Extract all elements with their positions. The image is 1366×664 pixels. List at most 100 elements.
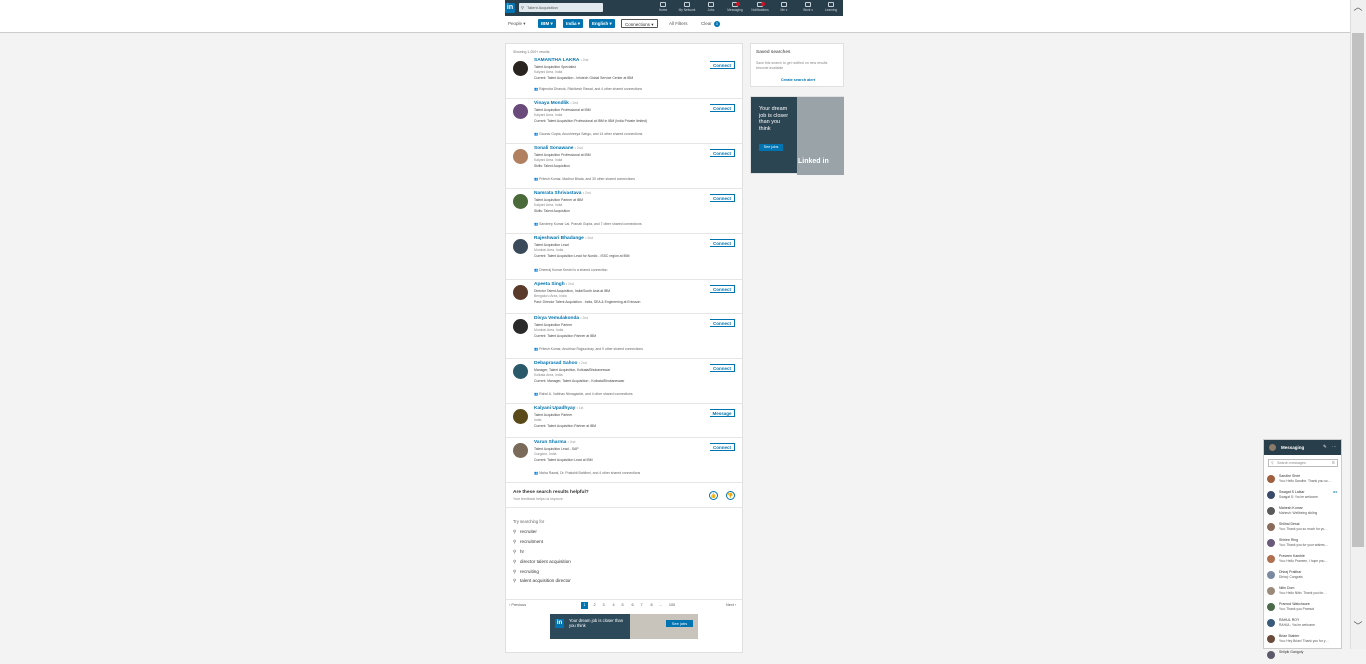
see-jobs-button[interactable]: See jobs: [759, 144, 783, 151]
shared-connections[interactable]: 👥 Rajendra Dhanuk, Rishikesh Rawat, and …: [534, 87, 642, 91]
more-options-icon[interactable]: ⋯: [1332, 444, 1337, 450]
conversation-item[interactable]: RAHUL ROY RAHUL: You're welcome: [1264, 616, 1341, 632]
nav-item-7[interactable]: Learning: [819, 1, 843, 15]
nav-item-2[interactable]: Jobs: [699, 1, 723, 15]
connect-button[interactable]: Connect: [710, 104, 735, 112]
shared-connections[interactable]: 👥 Dheeraj Kumar Keshri is a shared conne…: [534, 268, 607, 272]
messaging-header[interactable]: Messaging ✎ ⋯: [1264, 440, 1341, 455]
thumbs-up-icon[interactable]: 👍: [709, 491, 718, 500]
search-result-row[interactable]: Divya Vemulakonda • 2nd Talent Acquisitio…: [506, 314, 742, 359]
avatar[interactable]: [513, 409, 528, 424]
result-name-link[interactable]: Divya Vemulakonda • 2nd: [534, 316, 588, 321]
search-result-row[interactable]: Debaprasad Sahoo • 2nd Manager, Talent Ac…: [506, 359, 742, 404]
shared-connections[interactable]: 👥 Rahul A. Vaibhav Nimagadde, and 4 othe…: [534, 392, 633, 396]
filter-icon[interactable]: ☰: [1332, 460, 1335, 467]
page-number-button[interactable]: 3: [600, 602, 607, 609]
clear-filters-button[interactable]: Clear 3: [698, 19, 723, 28]
avatar[interactable]: [513, 239, 528, 254]
shared-connections[interactable]: 👥 Sandeep Kumar Lal, Pranab Gupta, and 7…: [534, 222, 642, 226]
conversation-item[interactable]: Praveen Kamble You: Hello Praveen, I hope…: [1264, 552, 1341, 568]
connect-button[interactable]: Connect: [710, 61, 735, 69]
avatar[interactable]: [513, 285, 528, 300]
page-number-button[interactable]: 5: [619, 602, 626, 609]
scroll-down-icon[interactable]: ﹀: [1352, 620, 1364, 632]
search-result-row[interactable]: Kalyani Upadhyay • 1st Talent Acquisition…: [506, 404, 742, 438]
search-result-row[interactable]: Vinaya Mondlik • 2nd Talent Acquisition P…: [506, 99, 742, 144]
search-input[interactable]: ⚲ Talent Acquisition: [519, 3, 603, 12]
result-name-link[interactable]: Apeeta Singh • 2nd: [534, 282, 574, 287]
avatar[interactable]: [513, 364, 528, 379]
result-name-link[interactable]: Debaprasad Sahoo • 2nd: [534, 361, 587, 366]
suggested-search-link[interactable]: ⚲ recruitment: [513, 537, 571, 547]
result-name-link[interactable]: SAMANTHA LAKRA • 2nd: [534, 58, 588, 63]
scrollbar-thumb[interactable]: [1352, 33, 1364, 547]
result-name-link[interactable]: Rajeshwari Bhadange • 2nd: [534, 236, 593, 241]
result-name-link[interactable]: Namrata Shrivastava • 2nd: [534, 191, 591, 196]
page-number-button[interactable]: 1: [581, 602, 588, 609]
language-filter-button[interactable]: English ▾: [589, 19, 615, 28]
previous-page-button[interactable]: ‹ Previous: [509, 603, 526, 607]
search-result-row[interactable]: SAMANTHA LAKRA • 2nd Talent Acquisition S…: [506, 56, 742, 99]
shared-connections[interactable]: 👥 Pritesh Kumar, Anubhav Rajpurohay, and…: [534, 347, 643, 351]
nav-item-5[interactable]: Me ▾: [772, 1, 796, 15]
thumbs-down-icon[interactable]: 👎: [726, 491, 735, 500]
connect-button[interactable]: Connect: [710, 364, 735, 372]
message-button[interactable]: Message: [710, 409, 735, 417]
location-filter-button[interactable]: India ▾: [563, 19, 584, 28]
page-number-button[interactable]: 4: [610, 602, 617, 609]
conversation-item[interactable]: Dhiraj Pratihar Dhiraj: Congrats: [1264, 568, 1341, 584]
conversation-item[interactable]: Shilhal Desai You: Thank you so much for …: [1264, 520, 1341, 536]
suggested-search-link[interactable]: ⚲ recruiter: [513, 527, 571, 537]
avatar[interactable]: [513, 61, 528, 76]
avatar[interactable]: [513, 149, 528, 164]
result-name-link[interactable]: Sonali Sonawane • 2nd: [534, 146, 583, 151]
conversation-item[interactable]: Shirlee Ring You: Thank you for your wish…: [1264, 536, 1341, 552]
page-scrollbar[interactable]: ︿ ﹀: [1350, 0, 1366, 649]
search-result-row[interactable]: Namrata Shrivastava • 2nd Talent Acquisit…: [506, 189, 742, 234]
suggested-search-link[interactable]: ⚲ hr: [513, 547, 571, 557]
all-filters-button[interactable]: All Filters: [666, 19, 691, 28]
avatar[interactable]: [513, 319, 528, 334]
search-result-row[interactable]: Rajeshwari Bhadange • 2nd Talent Acquisit…: [506, 234, 742, 280]
suggested-search-link[interactable]: ⚲ recruiting: [513, 567, 571, 577]
conversation-item[interactable]: Mahesh Kumar Mahesh: Wellbeing sibling: [1264, 504, 1341, 520]
nav-item-0[interactable]: Home: [651, 1, 675, 15]
avatar[interactable]: [513, 443, 528, 458]
scroll-up-icon[interactable]: ︿: [1352, 1, 1364, 13]
avatar[interactable]: [513, 194, 528, 209]
nav-item-4[interactable]: Notifications: [748, 1, 772, 15]
suggested-search-link[interactable]: ⚲ director talent acquisition: [513, 557, 571, 567]
connect-button[interactable]: Connect: [710, 443, 735, 451]
connect-button[interactable]: Connect: [710, 319, 735, 327]
message-search-input[interactable]: ⚲ Search messages ☰: [1268, 459, 1338, 467]
page-number-button[interactable]: 7: [638, 602, 645, 609]
shared-connections[interactable]: 👥 Nisha Rawal, Dr. Prakshit Bahlhmi, and…: [534, 471, 640, 475]
conversation-item[interactable]: Brian Stabler You: Hey Brian! Thank you f…: [1264, 632, 1341, 648]
connect-button[interactable]: Connect: [710, 149, 735, 157]
connect-button[interactable]: Connect: [710, 194, 735, 202]
conversation-item[interactable]: Sandhe Sheri You: Hello Sandhe. Thank you…: [1264, 472, 1341, 488]
connect-button[interactable]: Connect: [710, 285, 735, 293]
nav-item-6[interactable]: Work ▾: [796, 1, 820, 15]
people-filter-button[interactable]: People ▾: [505, 19, 529, 28]
shared-connections[interactable]: 👥 Pritesh Kumar, Madhur Bhata, and 30 ot…: [534, 177, 635, 181]
next-page-button[interactable]: Next ›: [726, 603, 736, 607]
page-number-button[interactable]: 8: [648, 602, 655, 609]
nav-item-1[interactable]: My Network: [675, 1, 699, 15]
conversation-item[interactable]: Pramod Wakchaure You: Thank you Pramod: [1264, 600, 1341, 616]
conversation-item[interactable]: Shilpik Ganguly: [1264, 648, 1341, 664]
avatar[interactable]: [513, 104, 528, 119]
result-name-link[interactable]: Kalyani Upadhyay • 1st: [534, 406, 583, 411]
bottom-advertisement[interactable]: in Your dream job is closer than you thi…: [550, 614, 698, 639]
right-advertisement[interactable]: Your dream job is closer than you think …: [750, 96, 844, 175]
conversation-item[interactable]: Swagat S Lalkar Swagat S: You're welcome 4…: [1264, 488, 1341, 504]
shared-connections[interactable]: 👥 Gaurav Gupta, Anushreeya Sahgu, and 14…: [534, 132, 642, 136]
connections-filter-button[interactable]: Connections ▾: [621, 19, 658, 28]
page-number-button[interactable]: 6: [629, 602, 636, 609]
suggested-search-link[interactable]: ⚲ talent acquisition director: [513, 576, 571, 586]
result-name-link[interactable]: Vinaya Mondlik • 2nd: [534, 101, 578, 106]
connect-button[interactable]: Connect: [710, 239, 735, 247]
linkedin-logo-icon[interactable]: in: [505, 3, 515, 13]
search-result-row[interactable]: Apeeta Singh • 2nd Director Talent Acquis…: [506, 280, 742, 314]
page-number-button[interactable]: 100: [667, 602, 677, 609]
